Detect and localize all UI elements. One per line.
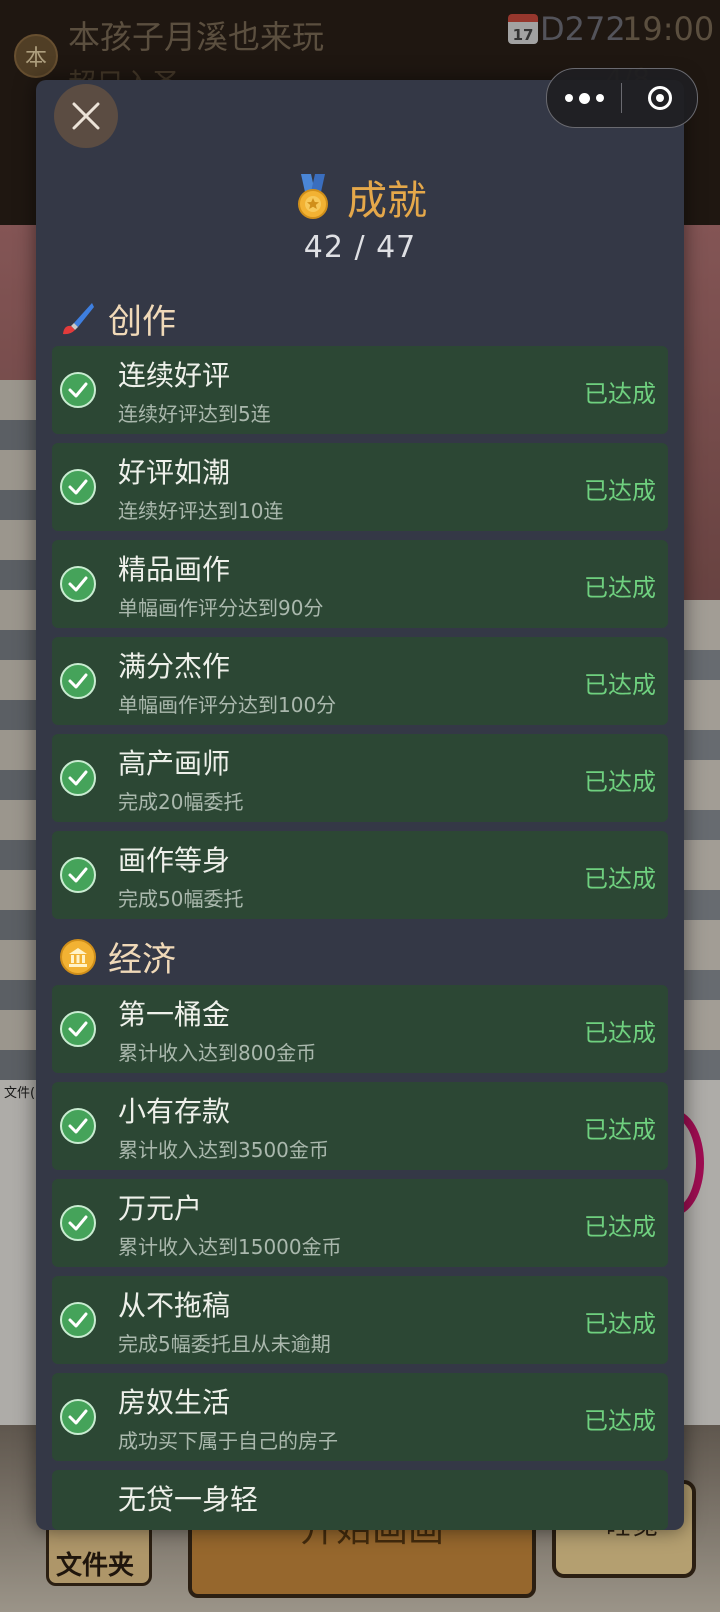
check-icon [60, 663, 96, 699]
achievement-name: 第一桶金 [118, 998, 231, 1031]
achievement-desc: 成功买下属于自己的房子 [118, 1429, 338, 1453]
section-title: 经济 [108, 940, 176, 980]
achievement-name: 好评如潮 [118, 456, 231, 489]
achievement-name: 高产画师 [118, 747, 231, 780]
achievement-row: 好评如潮 连续好评达到10连 已达成 [52, 443, 668, 531]
achievement-row: 满分杰作 单幅画作评分达到100分 已达成 [52, 637, 668, 725]
achievement-name: 万元户 [118, 1192, 203, 1225]
achievement-desc: 累计收入达到3500金币 [118, 1138, 329, 1162]
achievement-name: 从不拖稿 [118, 1289, 231, 1322]
achievement-status: 已达成 [584, 477, 656, 505]
close-icon [72, 102, 100, 130]
achievement-name: 小有存款 [118, 1095, 231, 1128]
achievement-row: 小有存款 累计收入达到3500金币 已达成 [52, 1082, 668, 1170]
mini-program-capsule [546, 68, 698, 128]
section-header-creation: 创作 [60, 294, 176, 343]
achievement-row: 从不拖稿 完成5幅委托且从未逾期 已达成 [52, 1276, 668, 1364]
achievement-desc: 累计收入达到800金币 [118, 1041, 317, 1065]
achievement-row: 画作等身 完成50幅委托 已达成 [52, 831, 668, 919]
check-icon [60, 1205, 96, 1241]
check-icon [60, 1302, 96, 1338]
achievement-desc: 完成20幅委托 [118, 790, 244, 814]
achievement-status: 已达成 [584, 1116, 656, 1144]
achievement-status: 已达成 [584, 768, 656, 796]
check-icon [60, 566, 96, 602]
achievement-row: 连续好评 连续好评达到5连 已达成 [52, 346, 668, 434]
section-title: 创作 [108, 302, 176, 342]
achievement-row: 万元户 累计收入达到15000金币 已达成 [52, 1179, 668, 1267]
achievement-status: 已达成 [584, 1213, 656, 1241]
achievement-name: 房奴生活 [118, 1386, 231, 1419]
achievement-status: 已达成 [584, 1019, 656, 1047]
target-icon [647, 86, 672, 110]
achievement-desc: 单幅画作评分达到90分 [118, 596, 324, 620]
check-icon [60, 372, 96, 408]
achievement-row: 精品画作 单幅画作评分达到90分 已达成 [52, 540, 668, 628]
achievements-modal: 成就 42 / 47 创作 连续好评 连续好评达到5连 已达成 好评如潮 连续好… [36, 80, 684, 1530]
more-options-button[interactable] [547, 69, 621, 127]
achievement-desc: 累计收入达到15000金币 [118, 1235, 342, 1259]
check-icon [60, 469, 96, 505]
check-icon [60, 1399, 96, 1435]
achievement-status: 已达成 [584, 1310, 656, 1338]
achievement-name: 无贷一身轻 [118, 1483, 259, 1516]
achievement-row: 第一桶金 累计收入达到800金币 已达成 [52, 985, 668, 1073]
check-icon [60, 1108, 96, 1144]
achievement-name: 画作等身 [118, 844, 231, 877]
achievement-status: 已达成 [584, 380, 656, 408]
achievement-desc: 连续好评达到10连 [118, 499, 284, 523]
achievement-desc: 完成5幅委托且从未逾期 [118, 1332, 331, 1356]
achievement-status: 已达成 [584, 574, 656, 602]
check-icon [60, 1011, 96, 1047]
achievement-name: 精品画作 [118, 553, 231, 586]
section-header-economy: 经济 [60, 932, 176, 981]
achievement-progress: 42 / 47 [303, 230, 417, 265]
modal-title-text: 成就 [347, 178, 427, 224]
close-button[interactable] [54, 84, 118, 148]
achievement-row: 房奴生活 成功买下属于自己的房子 已达成 [52, 1373, 668, 1461]
achievement-desc: 单幅画作评分达到100分 [118, 693, 337, 717]
check-icon [60, 857, 96, 893]
achievement-status: 已达成 [584, 865, 656, 893]
exit-mini-program-button[interactable] [622, 69, 697, 127]
achievement-desc: 连续好评达到5连 [118, 402, 271, 426]
bank-coin-icon [60, 938, 96, 975]
modal-title: 成就 [36, 168, 684, 226]
paintbrush-icon [63, 302, 94, 334]
achievement-row: 高产画师 完成20幅委托 已达成 [52, 734, 668, 822]
check-icon [60, 760, 96, 796]
medal-icon [298, 174, 328, 219]
achievement-row: 无贷一身轻 [52, 1470, 668, 1530]
achievement-desc: 完成50幅委托 [118, 887, 244, 911]
achievement-status: 已达成 [584, 671, 656, 699]
achievement-name: 连续好评 [118, 359, 231, 392]
achievement-name: 满分杰作 [118, 650, 231, 683]
achievement-status: 已达成 [584, 1407, 656, 1435]
